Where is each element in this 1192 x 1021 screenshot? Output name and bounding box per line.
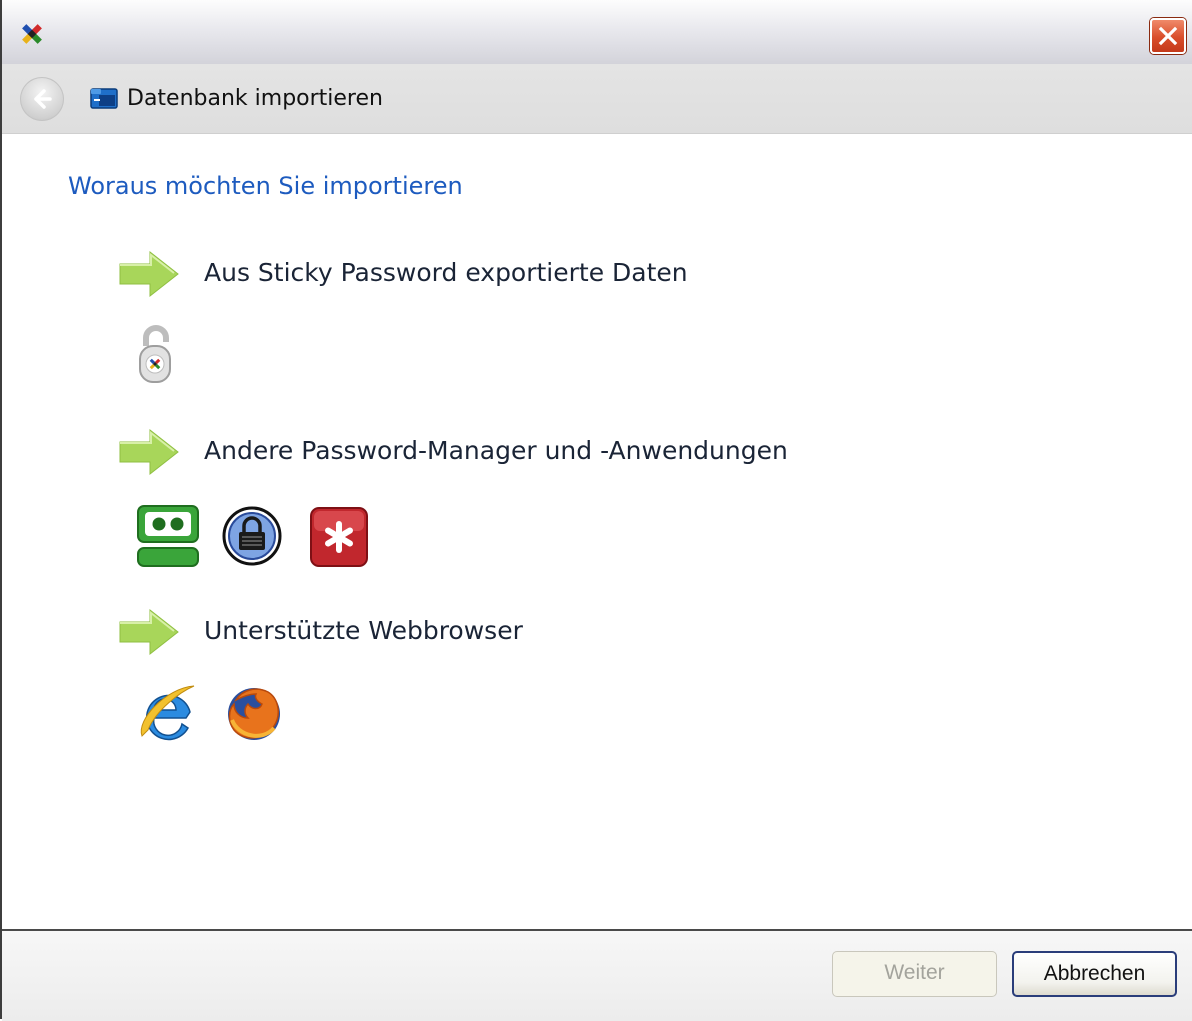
close-button[interactable] bbox=[1150, 18, 1186, 54]
option-label: Unterstützte Webbrowser bbox=[204, 616, 523, 645]
internet-explorer-icon[interactable] bbox=[136, 680, 200, 748]
import-dialog-window: Datenbank importieren Woraus möchten Sie… bbox=[0, 0, 1192, 1021]
dialog-footer: Weiter Abbrechen bbox=[2, 929, 1192, 1021]
sticky-password-app-icon bbox=[20, 22, 44, 46]
back-button[interactable] bbox=[20, 77, 64, 121]
title-bar bbox=[2, 0, 1192, 64]
navigation-bar: Datenbank importieren bbox=[2, 64, 1192, 134]
sticky-password-lock-icon[interactable] bbox=[136, 322, 200, 390]
lastpass-icon[interactable] bbox=[308, 502, 372, 570]
green-arrow-icon bbox=[116, 604, 186, 660]
import-question-heading: Woraus möchten Sie importieren bbox=[68, 172, 463, 200]
option-sticky-password-export[interactable]: Aus Sticky Password exportierte Daten bbox=[116, 246, 1016, 302]
close-icon bbox=[1158, 26, 1178, 46]
keepass-icon[interactable] bbox=[222, 502, 286, 570]
import-source-panel: Woraus möchten Sie importieren Aus Stick… bbox=[2, 134, 1192, 929]
option-supported-browsers[interactable]: Unterstützte Webbrowser bbox=[116, 604, 1016, 660]
firefox-icon[interactable] bbox=[222, 680, 286, 748]
option-label: Andere Password-Manager und -Anwendungen bbox=[204, 436, 788, 465]
option-label: Aus Sticky Password exportierte Daten bbox=[204, 258, 688, 287]
page-title: Datenbank importieren bbox=[127, 86, 383, 111]
database-import-icon bbox=[90, 86, 118, 110]
option-other-password-managers[interactable]: Andere Password-Manager und -Anwendungen bbox=[116, 424, 1016, 480]
next-button[interactable]: Weiter bbox=[832, 951, 997, 997]
back-arrow-icon bbox=[34, 89, 52, 109]
roboform-icon[interactable] bbox=[136, 502, 200, 570]
green-arrow-icon bbox=[116, 246, 186, 302]
green-arrow-icon bbox=[116, 424, 186, 480]
cancel-button[interactable]: Abbrechen bbox=[1012, 951, 1177, 997]
